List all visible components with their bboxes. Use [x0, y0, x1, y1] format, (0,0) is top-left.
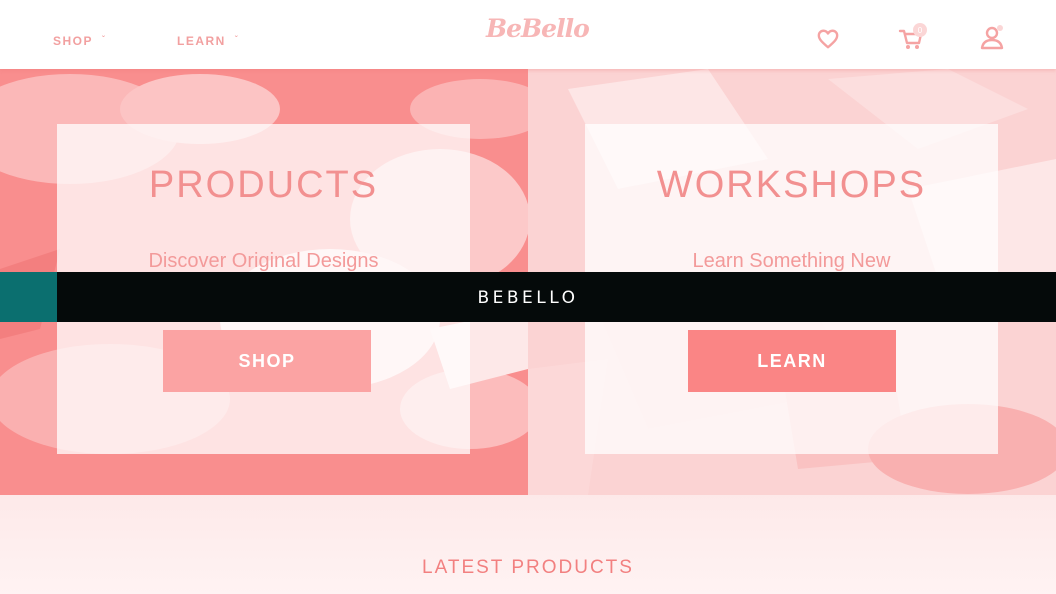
nav-learn-menu[interactable]: LEARN ˇ [177, 34, 239, 48]
shop-button[interactable]: SHOP [163, 330, 371, 392]
learn-button[interactable]: LEARN [688, 330, 896, 392]
cart-count-badge: 0 [913, 23, 927, 37]
site-logo[interactable]: BeBello [486, 14, 590, 43]
site-header: SHOP ˇ LEARN ˇ BeBello 0 [0, 0, 1056, 69]
nav-learn-label: LEARN [177, 34, 226, 48]
products-title: PRODUCTS [148, 164, 379, 206]
latest-products-title: LATEST PRODUCTS [422, 557, 634, 578]
chevron-down-icon: ˇ [102, 34, 107, 44]
workshops-tagline: Learn Something New [692, 250, 891, 272]
user-icon[interactable] [978, 24, 1006, 52]
latest-products-section: LATEST PRODUCTS [0, 495, 1056, 594]
workshops-title: WORKSHOPS [656, 164, 927, 206]
products-tagline: Discover Original Designs [148, 250, 379, 272]
heart-icon[interactable] [817, 28, 839, 50]
nav-shop-label: SHOP [53, 34, 94, 48]
chevron-down-icon: ˇ [234, 34, 240, 44]
banner-text: BEBELLO [477, 288, 579, 308]
brand-banner: BEBELLO [0, 272, 1056, 322]
nav-shop-menu[interactable]: SHOP ˇ [53, 34, 106, 48]
